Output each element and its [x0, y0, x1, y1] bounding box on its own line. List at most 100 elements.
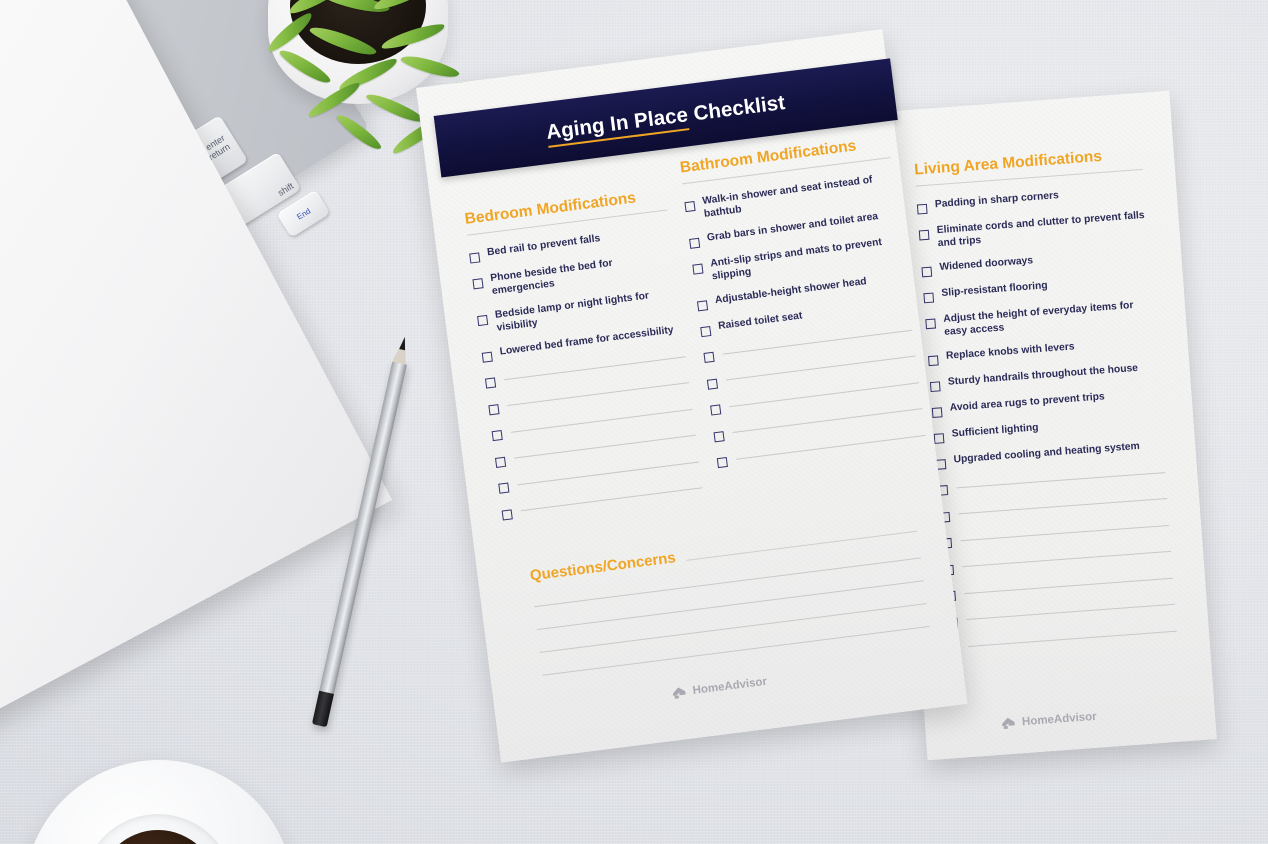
checkbox-icon[interactable] [700, 326, 712, 338]
checkbox-icon[interactable] [929, 381, 941, 393]
blank-entry-row[interactable] [949, 624, 1177, 655]
checkbox-icon[interactable] [498, 482, 510, 495]
page-title: Aging In Place Checklist [544, 90, 787, 148]
write-in-line[interactable] [722, 329, 913, 355]
checklist-item[interactable]: Avoid area rugs to prevent trips [931, 388, 1160, 419]
write-in-line[interactable] [735, 434, 926, 460]
write-in-line[interactable] [507, 382, 690, 407]
checklist-item[interactable]: Eliminate cords and clutter to prevent f… [918, 210, 1147, 252]
checkbox-icon[interactable] [706, 378, 719, 390]
write-in-line[interactable] [514, 435, 696, 459]
checklist-item[interactable]: Sufficient lighting [933, 414, 1161, 445]
checklist-item-label: Sturdy handrails throughout the house [947, 363, 1139, 389]
house-roof-icon [1002, 717, 1015, 729]
blank-entry-row[interactable] [937, 465, 1166, 497]
checkbox-icon[interactable] [689, 237, 701, 250]
questions-heading: Questions/Concerns [529, 549, 677, 585]
checklist-item-label: Replace knobs with levers [945, 341, 1075, 363]
house-roof-icon [672, 687, 686, 699]
page-title-rest: Checklist [692, 90, 787, 126]
checkbox-icon[interactable] [491, 430, 503, 442]
checkbox-icon[interactable] [481, 351, 493, 364]
checklist-item-label: Adjust the height of everyday items for … [942, 300, 1134, 338]
blank-entry-row[interactable] [947, 598, 1175, 629]
write-in-line[interactable] [732, 408, 923, 434]
checkbox-icon[interactable] [916, 203, 928, 215]
checkbox-icon[interactable] [925, 318, 937, 330]
checkbox-icon[interactable] [713, 431, 725, 443]
checkbox-icon[interactable] [918, 229, 930, 241]
checkbox-icon[interactable] [923, 292, 935, 304]
write-in-line[interactable] [964, 577, 1173, 594]
checklist-item[interactable]: Slip-resistant flooring [923, 273, 1151, 304]
write-in-line[interactable] [520, 487, 703, 512]
checklist-item-label: Bed rail to prevent falls [486, 233, 601, 259]
write-in-line[interactable] [510, 408, 693, 433]
key-label: End [295, 206, 312, 222]
bedroom-section: Bedroom Modifications Bed rail to preven… [464, 186, 705, 533]
write-in-line[interactable] [960, 524, 1170, 542]
checkbox-icon[interactable] [488, 404, 500, 416]
main-checklist-sheet[interactable]: Aging In Place Checklist Bedroom Modific… [416, 29, 968, 763]
write-in-line[interactable] [726, 355, 916, 381]
heading-rule [685, 530, 918, 561]
checkbox-icon[interactable] [710, 404, 722, 416]
write-in-line[interactable] [536, 580, 924, 631]
checklist-item[interactable]: Adjust the height of everyday items for … [925, 299, 1154, 341]
write-in-line[interactable] [968, 630, 1177, 647]
write-in-line[interactable] [962, 551, 1172, 568]
homeadvisor-logo-back: HomeAdvisor [1001, 710, 1098, 731]
checkbox-icon[interactable] [494, 456, 507, 468]
checkbox-icon[interactable] [477, 315, 489, 327]
write-in-line[interactable] [966, 604, 1175, 621]
checklist-item[interactable]: Replace knobs with levers [928, 336, 1156, 367]
checkbox-icon[interactable] [921, 266, 933, 278]
checklist-item-label: Padding in sharp corners [934, 190, 1060, 211]
checkbox-icon[interactable] [485, 377, 497, 389]
coffee-liquid [98, 830, 218, 844]
checkbox-icon[interactable] [928, 355, 939, 367]
questions-section: Questions/Concerns [529, 519, 930, 676]
page-title-emphasis: Aging In Place [544, 103, 690, 148]
blank-entry-row[interactable] [943, 545, 1172, 576]
write-in-line[interactable] [517, 461, 700, 486]
write-in-line[interactable] [504, 356, 686, 381]
checklist-item[interactable]: Sturdy handrails throughout the house [929, 362, 1158, 393]
blank-entry-row[interactable] [941, 518, 1170, 549]
write-in-line[interactable] [956, 471, 1166, 489]
write-in-line[interactable] [729, 382, 919, 408]
checkbox-icon[interactable] [716, 457, 728, 469]
write-in-line[interactable] [542, 625, 930, 676]
checklist-item-label: Avoid area rugs to prevent trips [949, 391, 1106, 415]
checklist-item-label: Eliminate cords and clutter to prevent f… [936, 209, 1145, 249]
blank-entry-row[interactable] [945, 571, 1173, 602]
checkbox-icon[interactable] [703, 352, 715, 364]
logo-text: HomeAdvisor [1021, 710, 1098, 729]
checkbox-icon[interactable] [469, 252, 481, 264]
checklist-item-label: Upgraded cooling and heating system [953, 441, 1141, 466]
checklist-item[interactable]: Widened doorways [921, 247, 1149, 278]
living-area-section: Living Area Modifications Padding in sha… [914, 145, 1179, 667]
checklist-item-label: Widened doorways [939, 255, 1034, 274]
checkbox-icon[interactable] [501, 509, 513, 521]
checkbox-icon[interactable] [472, 278, 484, 290]
checkbox-icon[interactable] [933, 433, 945, 445]
checkbox-icon[interactable] [692, 263, 704, 275]
homeadvisor-logo-front: HomeAdvisor [671, 675, 768, 701]
checklist-item-label: Slip-resistant flooring [941, 280, 1049, 300]
checklist-item-label: Adjustable-height shower head [714, 276, 868, 307]
checklist-item-label: Raised toilet seat [717, 310, 804, 333]
write-in-line[interactable] [539, 603, 927, 653]
desk-scene: F11 F12 delete + = } ] | \ enter ret [0, 0, 1268, 844]
checkbox-icon[interactable] [931, 407, 943, 419]
logo-text: HomeAdvisor [692, 675, 768, 698]
coffee-cup[interactable] [82, 814, 234, 844]
living-area-heading: Living Area Modifications [913, 147, 1103, 179]
checkbox-icon[interactable] [697, 300, 709, 312]
checklist-item[interactable]: Upgraded cooling and heating system [935, 440, 1163, 471]
checklist-item-label: Sufficient lighting [951, 422, 1039, 440]
checkbox-icon[interactable] [684, 201, 696, 213]
write-in-line[interactable] [958, 498, 1168, 515]
blank-entry-row[interactable] [939, 492, 1168, 523]
checklist-item[interactable]: Padding in sharp corners [916, 184, 1145, 215]
